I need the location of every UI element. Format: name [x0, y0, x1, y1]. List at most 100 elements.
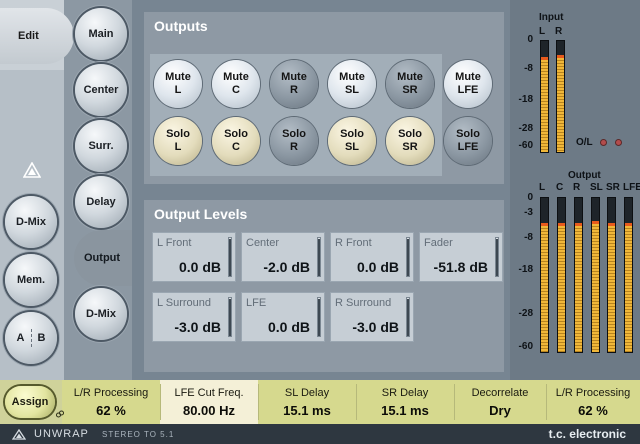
- mute-button-channel-label: C: [232, 84, 240, 96]
- level-slider[interactable]: [317, 237, 321, 277]
- output-meter-sl: [591, 197, 600, 353]
- level-name: Fader: [424, 237, 453, 249]
- solo-sl-button[interactable]: Solo SL: [328, 117, 376, 165]
- param-name: L/R Processing: [73, 387, 149, 399]
- output-meter-channel-label-sr: SR: [606, 182, 620, 193]
- output-meter-scale-tick: -3: [524, 207, 533, 218]
- mute-l-button[interactable]: Mute L: [154, 60, 202, 108]
- mute-button-top-label: Mute: [165, 71, 191, 83]
- plugin-title: UNWRAP: [34, 428, 89, 440]
- output-meter-scale-tick: -28: [518, 308, 533, 319]
- level-r-front-box[interactable]: R Front 0.0 dB: [330, 232, 414, 282]
- brand-logo: t.c. electronic: [548, 427, 626, 441]
- mute-button-channel-label: SL: [344, 84, 360, 96]
- mute-button-top-label: Mute: [339, 71, 365, 83]
- ab-compare-button[interactable]: A B: [5, 312, 57, 364]
- dmix-button[interactable]: D-Mix: [5, 196, 57, 248]
- level-lfe-box[interactable]: LFE 0.0 dB: [241, 292, 325, 342]
- nav-dmix-button[interactable]: D-Mix: [75, 288, 127, 340]
- meter-peak: [541, 222, 548, 226]
- meter-fill: [557, 57, 564, 152]
- level-name: R Surround: [335, 297, 392, 309]
- param-sr-delay[interactable]: SR Delay 15.1 ms: [356, 380, 454, 424]
- param-name: Decorrelate: [471, 387, 529, 399]
- mem-button[interactable]: Mem.: [5, 254, 57, 306]
- level-slider[interactable]: [406, 297, 410, 337]
- level-r-surround-box[interactable]: R Surround -3.0 dB: [330, 292, 414, 342]
- tc-logo-icon: [12, 429, 26, 440]
- solo-r-button[interactable]: Solo R: [270, 117, 318, 165]
- level-slider[interactable]: [495, 237, 499, 277]
- mute-button-top-label: Mute: [455, 71, 481, 83]
- solo-c-button[interactable]: Solo C: [212, 117, 260, 165]
- left-nav-panel: Edit Main Center Surr. Delay Output D-Mi…: [0, 0, 140, 380]
- solo-button-text: Solo L: [166, 128, 190, 154]
- param-decorrelate[interactable]: Decorrelate Dry: [454, 380, 546, 424]
- output-meter-channel-label-l: L: [539, 182, 546, 193]
- level-l-front-box[interactable]: L Front 0.0 dB: [152, 232, 236, 282]
- solo-button-top-label: Solo: [282, 128, 306, 140]
- level-fader-box[interactable]: Fader -51.8 dB: [419, 232, 503, 282]
- level-slider[interactable]: [228, 297, 232, 337]
- assign-label: Assign: [11, 396, 49, 408]
- level-slider[interactable]: [317, 297, 321, 337]
- input-meter-scale-tick: -8: [524, 63, 533, 74]
- solo-l-button[interactable]: Solo L: [154, 117, 202, 165]
- edit-tab[interactable]: Edit: [0, 8, 74, 64]
- meters-panel: Input L R 0 -8 -18 -28 -60 O/L Output L C R SL SR L…: [510, 0, 640, 380]
- mute-c-button[interactable]: Mute C: [212, 60, 260, 108]
- solo-sr-button[interactable]: Solo SR: [386, 117, 434, 165]
- mute-sl-button[interactable]: Mute SL: [328, 60, 376, 108]
- param-sl-delay[interactable]: SL Delay 15.1 ms: [258, 380, 356, 424]
- level-l-surround-box[interactable]: L Surround -3.0 dB: [152, 292, 236, 342]
- output-meter-r: [574, 197, 583, 353]
- nav-delay-button[interactable]: Delay: [75, 176, 127, 228]
- solo-button-text: Solo LFE: [456, 128, 480, 154]
- output-meter-scale-tick: -8: [524, 232, 533, 243]
- meter-fill: [608, 225, 615, 352]
- meter-fill: [558, 225, 565, 352]
- param-divider: [356, 384, 357, 420]
- level-slider-fill: [229, 239, 231, 276]
- nav-surr-button[interactable]: Surr.: [75, 120, 127, 172]
- level-slider[interactable]: [406, 237, 410, 277]
- param-value: 62 %: [96, 403, 126, 418]
- level-center-box[interactable]: Center -2.0 dB: [241, 232, 325, 282]
- solo-lfe-button[interactable]: Solo LFE: [444, 117, 492, 165]
- output-meter-channel-label-sl: SL: [590, 182, 603, 193]
- solo-button-channel-label: SL: [344, 141, 360, 153]
- mem-label: Mem.: [16, 274, 46, 286]
- level-slider[interactable]: [228, 237, 232, 277]
- nav-center-label: Center: [83, 84, 119, 96]
- mute-button-top-label: Mute: [397, 71, 423, 83]
- output-meter-channel-label-r: R: [573, 182, 581, 193]
- param-l-r-processing[interactable]: L/R Processing 62 %: [546, 380, 640, 424]
- solo-button-top-label: Solo: [340, 128, 364, 140]
- solo-button-top-label: Solo: [166, 128, 190, 140]
- solo-button-top-label: Solo: [398, 128, 422, 140]
- param-l-r-processing[interactable]: L/R Processing 62 %: [62, 380, 160, 424]
- input-meter-channel-label-l: L: [539, 26, 546, 37]
- assign-button[interactable]: Assign: [5, 386, 55, 418]
- param-divider: [258, 384, 259, 420]
- param-lfe-cut-freq-[interactable]: LFE Cut Freq. 80.00 Hz: [160, 380, 258, 424]
- meter-peak: [625, 222, 632, 226]
- overload-led-right: [615, 139, 622, 146]
- nav-main-button[interactable]: Main: [75, 8, 127, 60]
- mute-sr-button[interactable]: Mute SR: [386, 60, 434, 108]
- meter-peak: [557, 54, 564, 58]
- mute-r-button[interactable]: Mute R: [270, 60, 318, 108]
- mute-button-channel-label: LFE: [457, 84, 479, 96]
- output-meter-lfe: [624, 197, 633, 353]
- output-meter-l: [540, 197, 549, 353]
- meter-peak: [608, 222, 615, 226]
- nav-output-tab[interactable]: Output: [74, 230, 140, 286]
- input-meter-scale-tick: 0: [527, 34, 533, 45]
- meter-fill: [575, 225, 582, 352]
- dmix-label: D-Mix: [16, 216, 46, 228]
- mute-lfe-button[interactable]: Mute LFE: [444, 60, 492, 108]
- main-panel: Outputs Mute L Mute C Mute R Mute SL Mute SR Mute L…: [132, 0, 510, 380]
- meter-fill: [541, 225, 548, 352]
- nav-center-button[interactable]: Center: [75, 64, 127, 116]
- nav-delay-label: Delay: [86, 196, 116, 208]
